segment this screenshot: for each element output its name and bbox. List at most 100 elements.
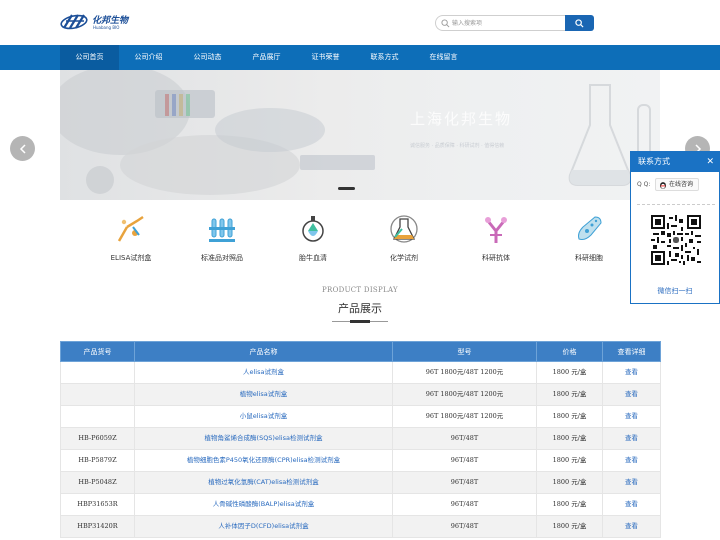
nav-item-products[interactable]: 产品展厅	[237, 45, 296, 70]
hero-banner[interactable]: 上海化邦生物 诚信服务 · 品质保障 · 科研试剂 · 值得信赖	[60, 70, 660, 200]
search-input[interactable]	[452, 17, 560, 29]
product-price: 1800 元/盒	[536, 515, 603, 538]
product-price: 1800 元/盒	[536, 471, 603, 494]
table-row: 植物elisa试剂盒 96T 1800元/48T 1200元 1800 元/盒 …	[60, 383, 661, 406]
column-header-name: 产品名称	[134, 341, 393, 362]
wechat-scan-label: 微信扫一扫	[657, 287, 693, 295]
product-name-link[interactable]: 人骨碱性磷酸酶(BALP)elisa试剂盒	[134, 493, 393, 516]
nav-item-certificates[interactable]: 证书荣誉	[296, 45, 355, 70]
item-number: HB-P5879Z	[60, 449, 135, 472]
table-row: HB-P5879Z 植物细胞色素P450氧化还原酶(CPR)elisa检测试剂盒…	[60, 449, 661, 472]
qq-label: Q Q:	[637, 181, 651, 188]
panel-divider	[637, 204, 715, 205]
product-spec: 96T/48T	[392, 493, 537, 516]
view-details-link[interactable]: 查看	[602, 383, 661, 406]
product-price: 1800 元/盒	[536, 383, 603, 406]
product-price: 1800 元/盒	[536, 449, 603, 472]
qq-penguin-icon	[660, 182, 666, 189]
item-number	[60, 383, 135, 406]
category-chemicals[interactable]: 化学试剂	[374, 213, 434, 263]
category-elisa[interactable]: ELISA试剂盒	[101, 213, 161, 263]
table-row: 小鼠elisa试剂盒 96T 1800元/48T 1200元 1800 元/盒 …	[60, 405, 661, 428]
nav-item-about[interactable]: 公司介绍	[119, 45, 178, 70]
column-header-details: 查看详细	[602, 341, 661, 362]
banner-subtitle: 诚信服务 · 品质保障 · 科研试剂 · 值得信赖	[410, 143, 505, 149]
column-header-spec: 型号	[392, 341, 537, 362]
contact-panel-header: 联系方式 ✕	[631, 152, 719, 172]
item-number	[60, 405, 135, 428]
item-number: HB-P6059Z	[60, 427, 135, 450]
carousel-prev-button[interactable]	[10, 136, 35, 161]
lab-photo-image	[60, 70, 375, 195]
product-spec: 96T 1800元/48T 1200元	[392, 361, 537, 384]
product-price: 1800 元/盒	[536, 427, 603, 450]
view-details-link[interactable]: 查看	[602, 361, 661, 384]
view-details-link[interactable]: 查看	[602, 493, 661, 516]
category-label: ELISA试剂盒	[110, 254, 152, 262]
product-price: 1800 元/盒	[536, 361, 603, 384]
view-details-link[interactable]: 查看	[602, 405, 661, 428]
product-spec: 96T 1800元/48T 1200元	[392, 383, 537, 406]
contact-panel: 联系方式 ✕ Q Q: 在线咨询 微信扫一扫	[630, 151, 720, 304]
view-details-link[interactable]: 查看	[602, 515, 661, 538]
table-row: HBP31420R 人补体因子D(CFD)elisa试剂盒 96T/48T 18…	[60, 515, 661, 538]
category-label: 标准品对照品	[201, 254, 243, 262]
view-details-link[interactable]: 查看	[602, 471, 661, 494]
chevron-left-icon	[19, 143, 26, 154]
product-price: 1800 元/盒	[536, 405, 603, 428]
test-tube-rack-icon	[209, 218, 235, 242]
product-spec: 96T/48T	[392, 427, 537, 450]
logo-subtext: Huabang BIO	[93, 25, 120, 30]
banner-title: 上海化邦生物	[410, 110, 513, 128]
search-button[interactable]	[565, 15, 594, 31]
product-spec: 96T/48T	[392, 471, 537, 494]
close-icon[interactable]: ✕	[706, 152, 714, 172]
beaker-icon	[390, 215, 418, 243]
product-name-link[interactable]: 人补体因子D(CFD)elisa试剂盒	[134, 515, 393, 538]
category-label: 科研抗体	[482, 254, 510, 262]
category-antibodies[interactable]: 科研抗体	[466, 213, 526, 263]
nav-item-news[interactable]: 公司动态	[178, 45, 237, 70]
product-name-link[interactable]: 植物角鲨烯合成酶(SQS)elisa检测试剂盒	[134, 427, 393, 450]
flask-icon	[302, 216, 324, 242]
product-name-link[interactable]: 人elisa试剂盒	[134, 361, 393, 384]
view-details-link[interactable]: 查看	[602, 427, 661, 450]
column-header-item-no: 产品货号	[60, 341, 135, 362]
section-title-cn: 产品展示	[338, 302, 382, 315]
table-row: 人elisa试剂盒 96T 1800元/48T 1200元 1800 元/盒 查…	[60, 361, 661, 384]
section-title-en: PRODUCT DISPLAY	[322, 286, 398, 294]
elisa-icon	[117, 215, 144, 242]
category-standards[interactable]: 标准品对照品	[192, 213, 252, 263]
table-row: HB-P6059Z 植物角鲨烯合成酶(SQS)elisa检测试剂盒 96T/48…	[60, 427, 661, 450]
carousel-indicator[interactable]	[338, 187, 355, 190]
nav-item-contact[interactable]: 联系方式	[355, 45, 414, 70]
online-chat-button[interactable]: 在线咨询	[655, 178, 699, 191]
online-chat-label: 在线咨询	[669, 181, 694, 188]
product-name-link[interactable]: 植物elisa试剂盒	[134, 383, 393, 406]
search-icon	[575, 18, 584, 28]
search-box	[435, 15, 565, 31]
product-name-link[interactable]: 小鼠elisa试剂盒	[134, 405, 393, 428]
table-header-row: 产品货号 产品名称 型号 价格 查看详细	[60, 341, 661, 362]
qr-code-icon	[651, 215, 701, 265]
category-label: 化学试剂	[390, 254, 418, 262]
product-name-link[interactable]: 植物细胞色素P450氧化还原酶(CPR)elisa检测试剂盒	[134, 449, 393, 472]
nav-item-message[interactable]: 在线留言	[414, 45, 473, 70]
column-header-price: 价格	[536, 341, 603, 362]
category-label: 胎牛血清	[299, 254, 327, 262]
main-nav: 公司首页 公司介绍 公司动态 产品展厅 证书荣誉 联系方式 在线留言	[0, 45, 720, 70]
contact-panel-title: 联系方式	[638, 157, 670, 166]
antibody-icon	[485, 217, 507, 243]
table-row: HB-P5048Z 植物过氧化氢酶(CAT)elisa检测试剂盒 96T/48T…	[60, 471, 661, 494]
category-fbs[interactable]: 胎牛血清	[283, 213, 343, 263]
section-divider-accent	[350, 320, 370, 323]
search-icon	[441, 19, 450, 28]
product-name-link[interactable]: 植物过氧化氢酶(CAT)elisa检测试剂盒	[134, 471, 393, 494]
view-details-link[interactable]: 查看	[602, 449, 661, 472]
product-spec: 96T/48T	[392, 515, 537, 538]
category-cells[interactable]: 科研细胞	[559, 213, 619, 263]
product-spec: 96T/48T	[392, 449, 537, 472]
item-number: HBP31653R	[60, 493, 135, 516]
item-number: HB-P5048Z	[60, 471, 135, 494]
nav-item-home[interactable]: 公司首页	[60, 45, 119, 70]
